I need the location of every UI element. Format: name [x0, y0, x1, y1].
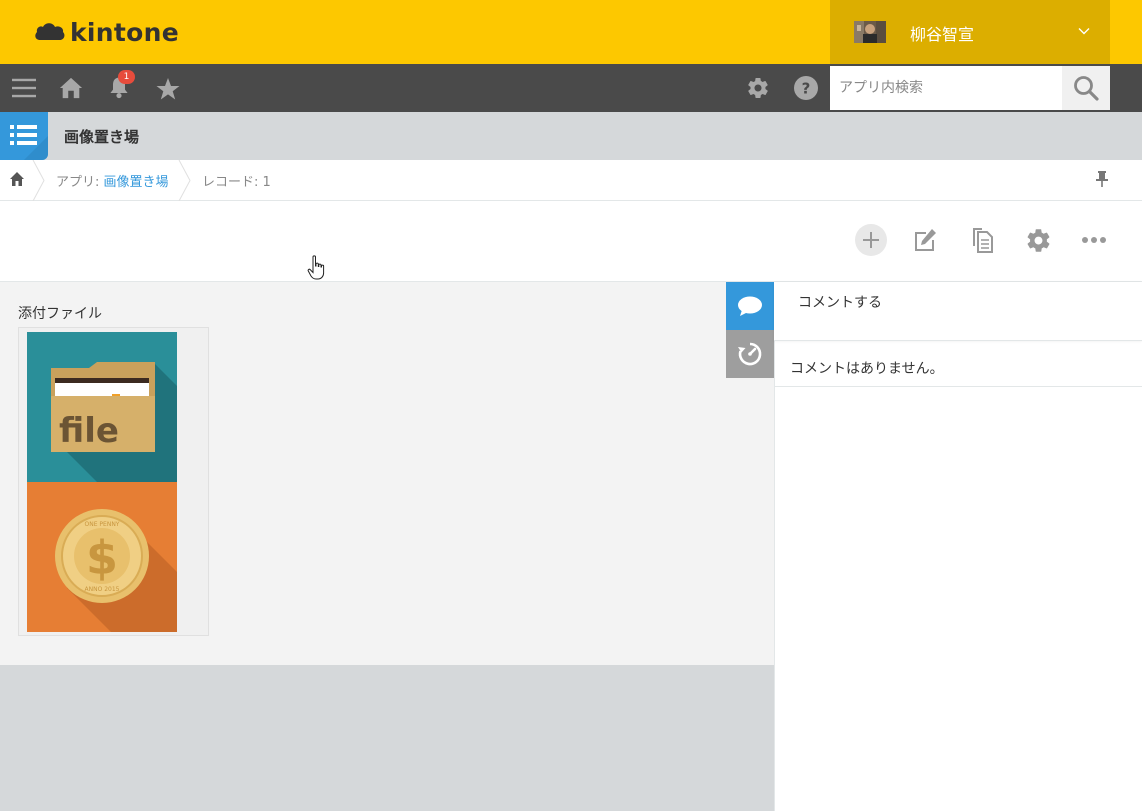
history-icon: [738, 342, 762, 366]
breadcrumb-record: レコード: 1: [202, 175, 271, 190]
breadcrumb: [0, 160, 1142, 201]
coin-top-text: ONE PENNY: [85, 521, 120, 528]
divider: [774, 340, 1142, 341]
list-icon: [10, 125, 48, 160]
breadcrumb-app: アプリ: 画像置き場: [56, 171, 169, 190]
search-icon: [1074, 76, 1099, 101]
star-icon[interactable]: [156, 77, 180, 101]
more-options-button[interactable]: [1078, 224, 1110, 256]
app-search: [830, 66, 1062, 110]
attachment-thumbnail[interactable]: file $ ONE PENNY ANNO 2015: [27, 332, 177, 632]
app-icon[interactable]: [0, 112, 48, 160]
help-icon[interactable]: ?: [794, 76, 818, 100]
copy-icon: [973, 228, 993, 253]
cloud-logo-icon: [35, 23, 65, 40]
home-icon[interactable]: [59, 76, 83, 100]
chevron-down-icon: [1078, 28, 1090, 35]
breadcrumb-separator: [32, 160, 45, 201]
user-name: 柳谷智宣: [910, 25, 975, 44]
kintone-logo[interactable]: kintone: [34, 16, 179, 48]
history-tab[interactable]: [726, 330, 774, 378]
user-menu[interactable]: 柳谷智宣: [830, 0, 1110, 64]
divider: [774, 386, 1142, 387]
hamburger-icon[interactable]: [12, 76, 36, 100]
attachment-field-label: 添付ファイル: [18, 306, 102, 322]
app-title: 画像置き場: [64, 128, 140, 146]
add-record-button[interactable]: [855, 224, 887, 256]
comment-input[interactable]: コメントする: [774, 282, 1142, 340]
plus-icon: [863, 232, 879, 248]
duplicate-record-button[interactable]: [966, 224, 998, 256]
edit-icon: [915, 229, 936, 251]
search-button[interactable]: [1062, 66, 1110, 110]
brand-name: kintone: [70, 17, 179, 47]
app-title-bar: [0, 112, 1142, 160]
empty-comments-message: コメントはありません。: [790, 361, 944, 377]
gear-icon: [1027, 228, 1049, 252]
app-settings-button[interactable]: [1022, 224, 1054, 256]
notification-badge: 1: [118, 70, 135, 84]
speech-bubble-icon: [738, 296, 762, 316]
comments-tab[interactable]: [726, 282, 774, 330]
breadcrumb-separator: [178, 160, 191, 201]
ellipsis-icon: [1082, 237, 1106, 243]
home-icon[interactable]: [9, 171, 25, 187]
coin-bottom-text: ANNO 2015: [85, 586, 120, 593]
pin-icon[interactable]: [1094, 170, 1110, 188]
gear-icon[interactable]: [746, 76, 770, 100]
comment-input-placeholder: コメントする: [798, 295, 882, 311]
svg-text:$: $: [86, 531, 118, 585]
hand-cursor-icon: [307, 255, 325, 280]
edit-record-button[interactable]: [909, 224, 941, 256]
search-input[interactable]: [830, 66, 1062, 110]
breadcrumb-app-link[interactable]: 画像置き場: [104, 175, 169, 190]
avatar: [854, 21, 886, 43]
thumbnail-file-text: file: [59, 411, 119, 451]
svg-text:?: ?: [802, 80, 811, 98]
breadcrumb-app-prefix: アプリ:: [56, 175, 104, 190]
